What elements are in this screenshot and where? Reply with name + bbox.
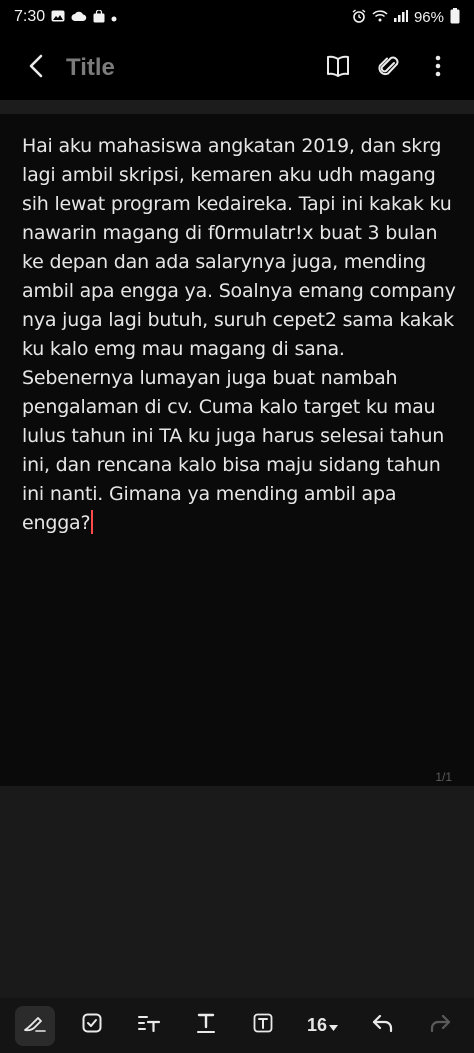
dot-icon bbox=[111, 11, 117, 24]
status-right: 96% bbox=[352, 8, 460, 26]
app-bar-actions bbox=[324, 54, 452, 82]
gallery-icon bbox=[51, 10, 65, 24]
status-time: 7:30 bbox=[14, 8, 46, 25]
text-cursor bbox=[91, 510, 94, 534]
text-format-button[interactable] bbox=[186, 1006, 226, 1046]
redo-icon bbox=[428, 1013, 452, 1038]
wifi-icon bbox=[372, 10, 388, 24]
redo-button[interactable] bbox=[420, 1006, 460, 1046]
back-arrow-icon bbox=[28, 54, 44, 83]
undo-icon bbox=[371, 1013, 395, 1038]
back-button[interactable] bbox=[18, 46, 54, 90]
note-title-field[interactable]: Title bbox=[66, 54, 324, 82]
undo-button[interactable] bbox=[363, 1006, 403, 1046]
signal-icon bbox=[393, 10, 408, 24]
text-box-icon bbox=[253, 1013, 273, 1038]
paperclip-icon bbox=[377, 54, 399, 83]
title-divider bbox=[0, 100, 474, 114]
shopping-bag-icon bbox=[93, 8, 105, 25]
status-left: 7:30 bbox=[14, 8, 117, 26]
page-indicator: 1/1 bbox=[435, 770, 452, 784]
note-body[interactable]: Hai aku mahasiswa angkatan 2019, dan skr… bbox=[22, 132, 458, 538]
checkbox-button[interactable] bbox=[72, 1006, 112, 1046]
pen-button[interactable] bbox=[14, 1005, 55, 1046]
note-page[interactable]: Hai aku mahasiswa angkatan 2019, dan skr… bbox=[0, 114, 474, 786]
battery-icon bbox=[450, 8, 460, 26]
alarm-icon bbox=[352, 9, 366, 25]
more-vertical-icon bbox=[435, 55, 441, 82]
status-bar: 7:30 96% bbox=[0, 0, 474, 34]
text-box-button[interactable] bbox=[243, 1006, 283, 1046]
note-body-text: Hai aku mahasiswa angkatan 2019, dan skr… bbox=[22, 135, 462, 534]
pen-icon bbox=[23, 1013, 47, 1038]
text-style-button[interactable] bbox=[129, 1006, 169, 1046]
empty-canvas-area[interactable] bbox=[0, 786, 474, 998]
font-size-dropdown[interactable]: 16 bbox=[300, 1006, 346, 1046]
underline-text-icon bbox=[196, 1012, 216, 1039]
text-style-icon bbox=[137, 1013, 161, 1038]
attach-button[interactable] bbox=[374, 54, 402, 82]
more-options-button[interactable] bbox=[424, 54, 452, 82]
app-bar: Title bbox=[0, 40, 474, 96]
battery-percent: 96% bbox=[413, 8, 444, 26]
cloud-icon bbox=[71, 11, 87, 24]
book-icon bbox=[326, 55, 350, 82]
font-size-value: 16 bbox=[306, 1015, 328, 1035]
dropdown-caret-icon bbox=[329, 1015, 339, 1036]
reading-mode-button[interactable] bbox=[324, 54, 352, 82]
checkbox-icon bbox=[82, 1013, 102, 1038]
bottom-toolbar: 16 bbox=[0, 998, 474, 1053]
